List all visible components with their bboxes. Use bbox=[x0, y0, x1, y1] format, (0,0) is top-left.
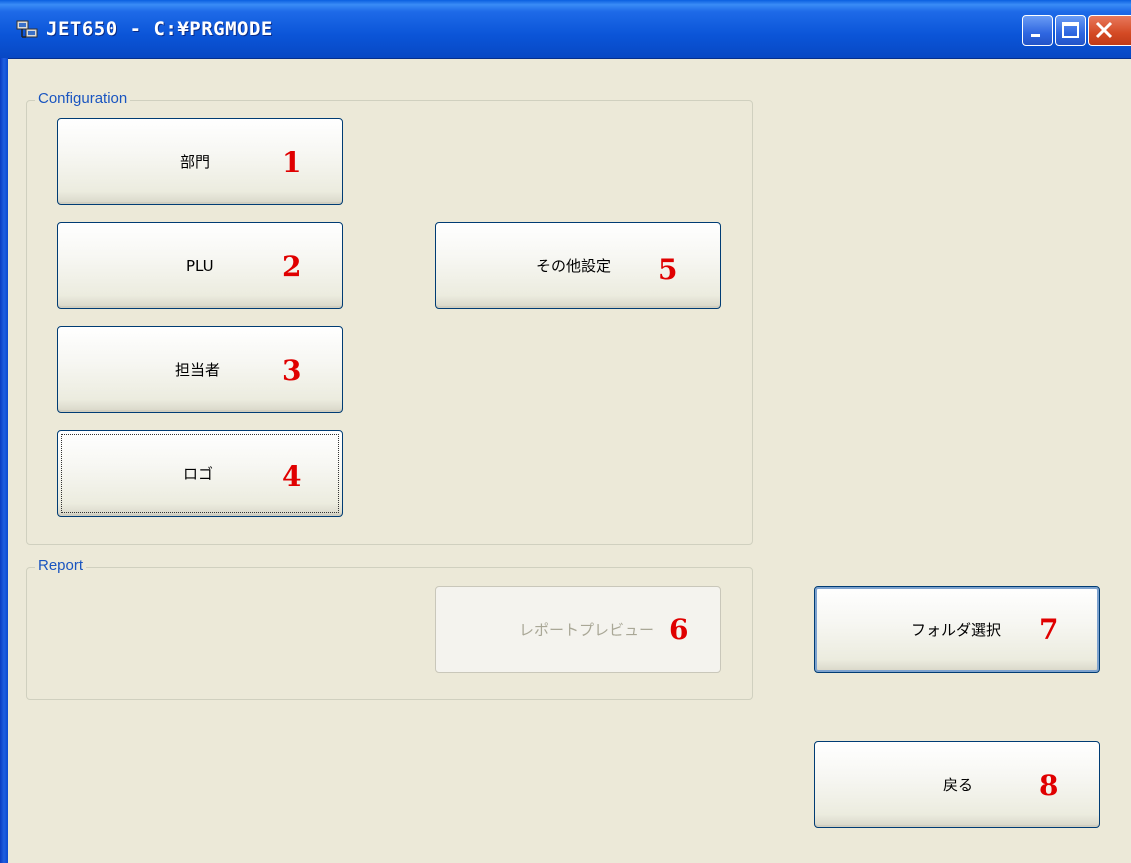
other-settings-button[interactable]: その他設定 bbox=[435, 222, 721, 309]
minimize-icon bbox=[1031, 34, 1040, 37]
marker-7: 7 bbox=[1039, 613, 1059, 646]
window-title: JET650 - C:¥PRGMODE bbox=[46, 18, 273, 40]
report-group-label: Report bbox=[35, 557, 87, 574]
close-icon bbox=[1095, 21, 1113, 39]
marker-8: 8 bbox=[1039, 769, 1059, 802]
close-button[interactable] bbox=[1088, 15, 1131, 46]
minimize-button[interactable] bbox=[1022, 15, 1053, 46]
folder-select-button-label: フォルダ選択 bbox=[911, 621, 1002, 639]
back-button-label: 戻る bbox=[943, 776, 974, 794]
window-frame-left bbox=[0, 58, 8, 863]
plu-button-label: PLU bbox=[186, 256, 214, 275]
main-window: JET650 - C:¥PRGMODE Configuration Report… bbox=[0, 0, 1131, 863]
marker-5: 5 bbox=[658, 253, 678, 286]
department-button-label: 部門 bbox=[180, 153, 211, 171]
staff-button-label: 担当者 bbox=[175, 361, 221, 379]
marker-4: 4 bbox=[282, 460, 302, 493]
marker-2: 2 bbox=[282, 250, 302, 283]
title-bar[interactable]: JET650 - C:¥PRGMODE bbox=[0, 0, 1131, 59]
configuration-group-label: Configuration bbox=[35, 90, 131, 107]
logo-button-label: ロゴ bbox=[183, 465, 214, 483]
marker-1: 1 bbox=[282, 146, 302, 179]
other-settings-button-label: その他設定 bbox=[536, 257, 612, 275]
marker-3: 3 bbox=[282, 354, 302, 387]
report-preview-button-label: レポートプレビュー bbox=[519, 621, 655, 639]
marker-6: 6 bbox=[669, 613, 689, 646]
maximize-button[interactable] bbox=[1055, 15, 1086, 46]
network-computer-icon[interactable] bbox=[16, 20, 38, 40]
maximize-icon bbox=[1062, 22, 1079, 38]
